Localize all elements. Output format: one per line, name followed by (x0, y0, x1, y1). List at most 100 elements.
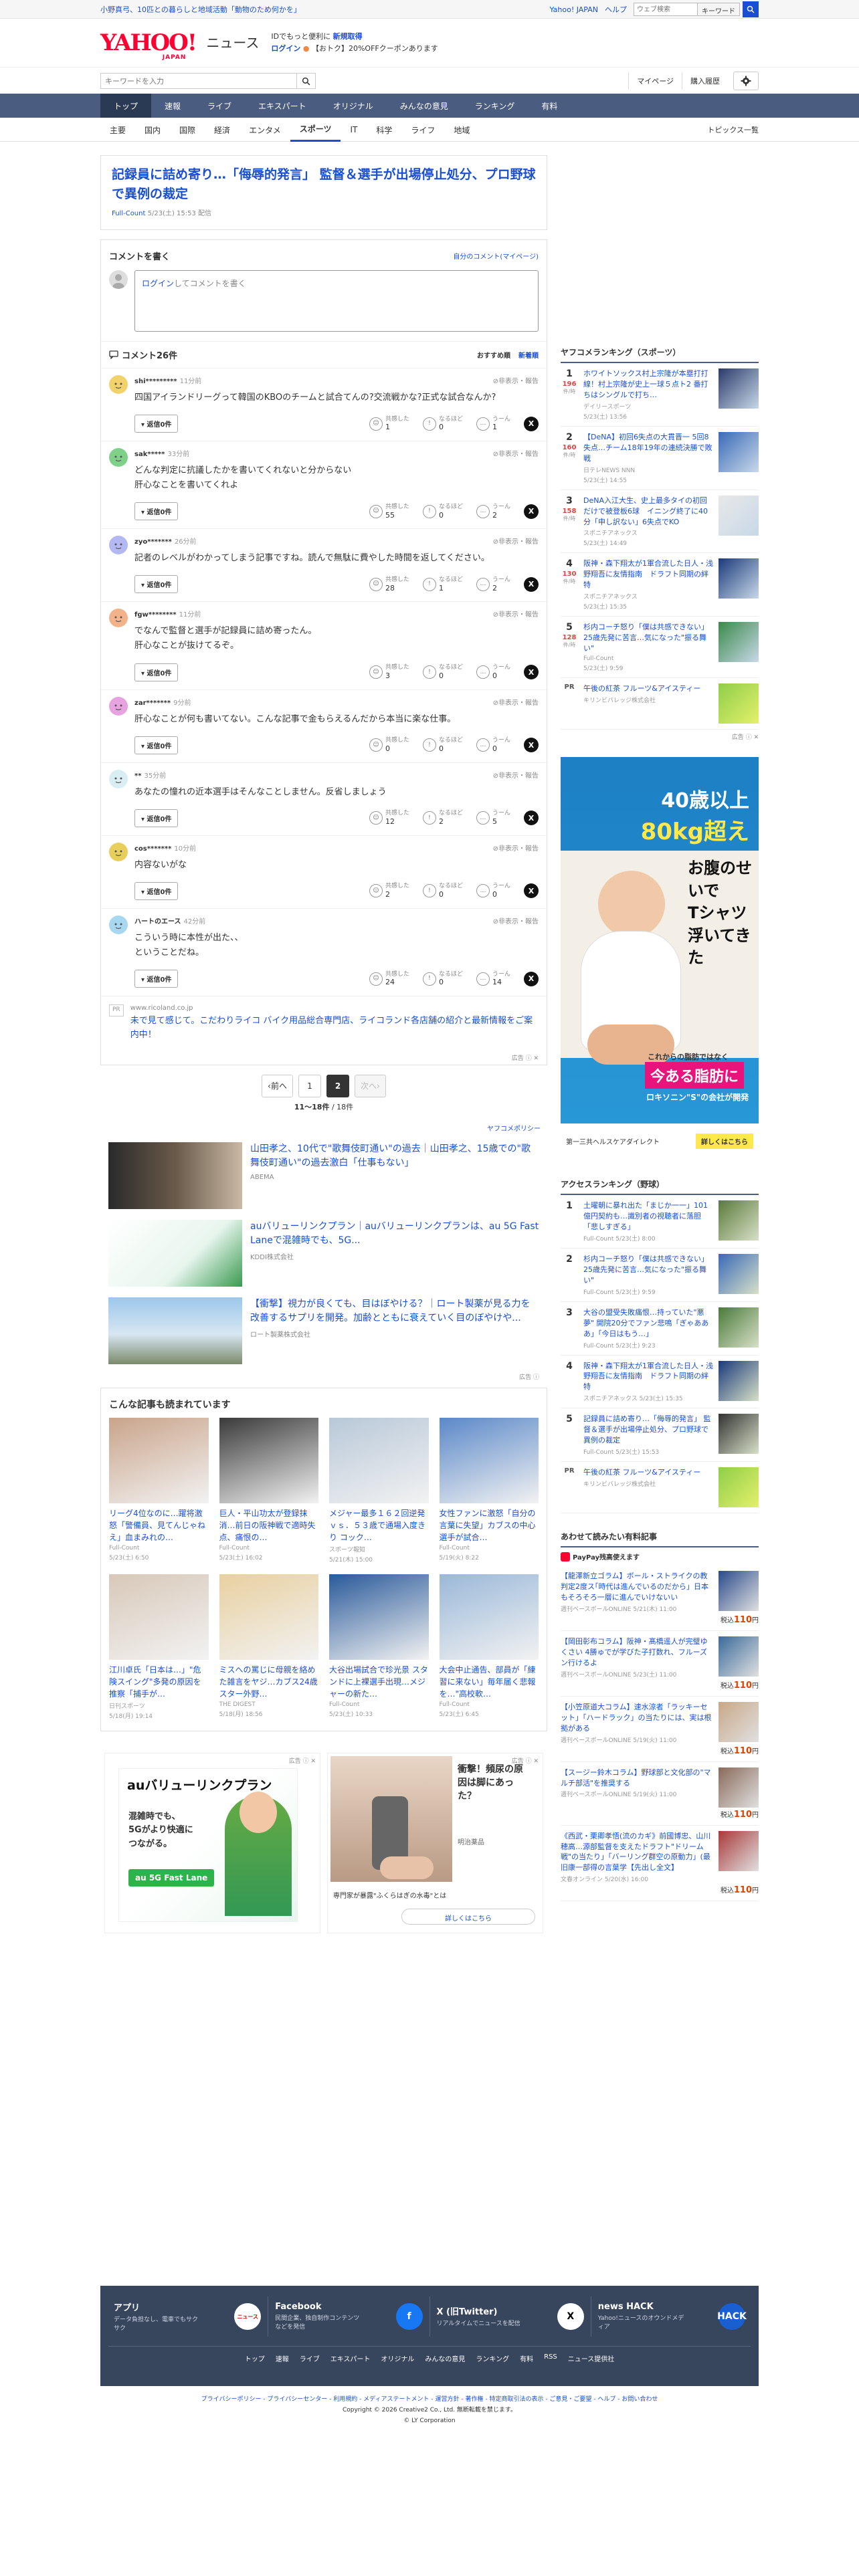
access-rank-title[interactable]: 杉内コーチ怒り「僕は共感できない」 25歳先発に苦言…気になった"振る舞い" (583, 1254, 713, 1286)
paid-image[interactable] (719, 1830, 759, 1871)
empathy-button[interactable]: ☺ 共感した 2 (369, 883, 409, 899)
access-rank-image[interactable] (719, 1307, 759, 1348)
footer-link-4[interactable]: オリジナル (381, 2353, 414, 2363)
also-read-image[interactable] (329, 1574, 429, 1660)
footer-link-6[interactable]: ランキング (476, 2353, 509, 2363)
x-share-icon[interactable]: X (524, 883, 539, 899)
also-read-item[interactable]: 江川卓氏「日本は…」"危険スイング"多発の原因を推察「捕手が… 日刊スポーツ 5… (109, 1574, 209, 1720)
paid-title[interactable]: 【龍澤新立ゴラム】ボール・ストライクの教判定2度ス｢時代は進んでいるのだから」日… (561, 1571, 713, 1603)
empathy-button[interactable]: ☺ 共感した 0 (369, 737, 409, 753)
hmm-button[interactable]: … うーん 5 (476, 810, 510, 826)
gnav-item-2[interactable]: ライブ (194, 94, 245, 118)
footer-app-name[interactable]: Facebook (275, 2302, 362, 2312)
article-title[interactable]: 記録員に詰め寄り…「侮辱的発言」 監督＆選手が出場停止処分、プロ野球で異例の裁定 (112, 165, 536, 203)
register-link[interactable]: 新規取得 (333, 32, 363, 41)
ranking-item[interactable]: 2 160 件/時 【DeNA】初回6失点の大貫晋一 5回8失点…チーム18年19年… (561, 427, 759, 490)
report-button[interactable]: ⊘非表示・報告 (493, 697, 539, 707)
reply-button[interactable]: ▾ 返信0件 (134, 881, 179, 900)
sort-new[interactable]: 新着順 (518, 350, 539, 360)
ranking-item[interactable]: 1 196 件/時 ホワイトソックス村上宗隆が本塁打打線！村上宗隆が史上一球５点ト2… (561, 363, 759, 427)
insight-button[interactable]: ! なるほど 0 (422, 416, 463, 432)
hmm-button[interactable]: … うーん 1 (476, 416, 510, 432)
rank-image[interactable] (719, 495, 759, 536)
footer-app-3[interactable]: news HACK Yahoo!ニュースのオウンドメディア HACK (591, 2296, 752, 2337)
also-read-item[interactable]: 大会中止通告、部員が「練習に来ない」毎年届く悲報を…"高校軟… Full-Cou… (439, 1574, 539, 1720)
history-button[interactable]: 購入履歴 (682, 72, 728, 90)
commenter-name[interactable]: ** (134, 772, 141, 780)
top-headline-link[interactable]: 小野真弓、10匹との暮らしと地域活動「動物のため何かを」 (100, 4, 301, 15)
legal-links[interactable]: プライバシーポリシー - プライバシーセンター - 利用規約 - メディアステー… (100, 2394, 759, 2405)
empathy-button[interactable]: ☺ 共感した 24 (369, 971, 409, 987)
empathy-button[interactable]: ☺ 共感した 55 (369, 504, 409, 520)
rank-title[interactable]: 杉内コーチ怒り「僕は共感できない」 25歳先発に苦言…気になった"振る舞い" (583, 622, 713, 654)
gnav-item-7[interactable]: 有料 (528, 94, 571, 118)
x-share-icon[interactable]: X (524, 416, 539, 431)
access-ranking-item[interactable]: 2 杉内コーチ怒り「僕は共感できない」 25歳先発に苦言…気になった"振る舞い"… (561, 1249, 759, 1302)
footer-link-3[interactable]: エキスパート (330, 2353, 371, 2363)
big-ad-cta[interactable]: 詳しくはこちら (696, 1133, 753, 1149)
comment-login-link[interactable]: ログイン (142, 279, 174, 288)
rec-news-title[interactable]: 山田孝之、10代で"歌舞伎町通い"の過去｜山田孝之、15歳での"歌舞伎町通い"の… (250, 1142, 539, 1171)
access-rank-title[interactable]: 阪神・森下翔太が1軍合流した日人・浅野翔吾に友情指南 ドラフト同期の絆特 (583, 1361, 713, 1393)
gnav-item-0[interactable]: トップ (100, 94, 152, 118)
ad-info[interactable]: 広告 ⓘ ✕ (101, 1051, 547, 1065)
report-button[interactable]: ⊘非表示・報告 (493, 448, 539, 458)
access-rank-image[interactable] (719, 1253, 759, 1294)
ranking-ad-info[interactable]: 広告 ⓘ ✕ (561, 730, 759, 744)
also-read-item[interactable]: 巨人・平山功太が登録抹消…前日の阪神戦で適時失点、痛恨の… Full-Count… (219, 1417, 319, 1564)
web-search-input[interactable] (634, 3, 698, 16)
also-read-title[interactable]: 女性ファンに激怒「自分の言葉に失望」カブスの中心選手が試合… (440, 1507, 539, 1543)
also-read-title[interactable]: 大谷出場試合で珍光景 スタンドに上裸選手出現…メジャーの新た… (329, 1664, 429, 1700)
news-rec-ad-info[interactable]: 広告 ⓘ (100, 1370, 547, 1384)
snav-item-0[interactable]: 主要 (100, 118, 135, 142)
footer-link-8[interactable]: RSS (544, 2353, 557, 2363)
also-read-item[interactable]: メジャー最多１６２回逆発ｖｓ．５３歳で通場入度きり コック… スポーツ報知 5/… (329, 1417, 429, 1564)
paid-image[interactable] (719, 1636, 759, 1677)
footer-app-name[interactable]: アプリ (114, 2300, 201, 2313)
reply-button[interactable]: ▾ 返信0件 (134, 809, 179, 827)
empathy-button[interactable]: ☺ 共感した 12 (369, 810, 409, 826)
snav-item-4[interactable]: エンタメ (240, 118, 290, 142)
report-button[interactable]: ⊘非表示・報告 (493, 609, 539, 619)
empathy-button[interactable]: ☺ 共感した 3 (369, 664, 409, 680)
pager-prev[interactable]: ‹ 前へ (262, 1074, 293, 1097)
paid-title[interactable]: 【スージー鈴木コラム】野球部と文化部の"マルチ部活"を推奨する (561, 1767, 713, 1789)
reply-button[interactable]: ▾ 返信0件 (134, 502, 179, 521)
also-read-title[interactable]: ミスへの罵じに母親を絡めた雑言をヤジ…カブス24歳スター外野… (219, 1664, 319, 1700)
hmm-button[interactable]: … うーん 14 (476, 971, 510, 987)
also-read-item[interactable]: リーグ4位なのに…躍将激怒「警備員、見てんじゃねえ」血まみれの… Full-Co… (109, 1417, 209, 1564)
also-read-image[interactable] (439, 1574, 539, 1660)
sort-recommended[interactable]: おすすめ順 (477, 350, 510, 360)
snav-item-3[interactable]: 経済 (205, 118, 240, 142)
hmm-button[interactable]: … うーん 0 (476, 664, 510, 680)
settings-button[interactable] (733, 72, 759, 90)
reply-button[interactable]: ▾ 返信0件 (134, 663, 179, 681)
x-icon[interactable]: X (557, 2303, 584, 2330)
empathy-button[interactable]: ☺ 共感した 1 (369, 416, 409, 432)
also-read-title[interactable]: 巨人・平山功太が登録抹消…前日の阪神戦で適時失点、痛恨の… (219, 1507, 319, 1543)
gnav-item-5[interactable]: みんなの意見 (387, 94, 462, 118)
also-read-title[interactable]: リーグ4位なのに…躍将激怒「警備員、見てんじゃねえ」血まみれの… (109, 1507, 209, 1543)
x-share-icon[interactable]: X (524, 738, 539, 753)
pager-page-1[interactable]: 1 (298, 1074, 321, 1097)
x-share-icon[interactable]: X (524, 971, 539, 986)
paid-title[interactable]: 【岡田彰布コラム】阪神・髙橋遥人が完璧ゆくさい 4勝ゅでが学びた子打数れ、フルー… (561, 1636, 713, 1669)
report-button[interactable]: ⊘非表示・報告 (493, 536, 539, 546)
news-hack-icon[interactable]: HACK (717, 2303, 747, 2330)
snav-item-1[interactable]: 国内 (135, 118, 170, 142)
footer-link-2[interactable]: ライブ (300, 2353, 320, 2363)
also-read-image[interactable] (109, 1417, 209, 1503)
paid-item[interactable]: 【岡田彰布コラム】阪神・髙橋遥人が完璧ゆくさい 4勝ゅでが学びた子打数れ、フルー… (561, 1631, 759, 1697)
article-source[interactable]: Full-Count (112, 210, 145, 217)
also-read-title[interactable]: メジャー最多１６２回逆発ｖｓ．５３歳で通場入度きり コック… (329, 1507, 429, 1543)
commenter-name[interactable]: ハートのエース (134, 918, 181, 926)
rec-news-title[interactable]: 【衝撃】視力が良くても、目はぼやける？｜ロート製薬が見る力を改善するサプリを開発… (250, 1297, 539, 1326)
comment-input[interactable]: ログインしてコメントを書く (134, 270, 539, 332)
access-rank-title[interactable]: 大谷の盟受失敗痛恨…持っていた"悪夢" 開院20分でファン悲鳴「ぎゃあああ」「今… (583, 1307, 713, 1339)
insight-button[interactable]: ! なるほど 0 (422, 971, 463, 987)
rank-title[interactable]: DeNA入江大生、史上最多タイの初回だけで被登板6球 イニング終了に40分「申し… (583, 496, 713, 528)
coupon-link[interactable]: 【おトク】20%OFFクーポンあります (312, 44, 438, 53)
reply-button[interactable]: ▾ 返信0件 (134, 415, 179, 433)
web-search-button[interactable] (743, 1, 759, 17)
snav-item-8[interactable]: ライフ (401, 118, 444, 142)
